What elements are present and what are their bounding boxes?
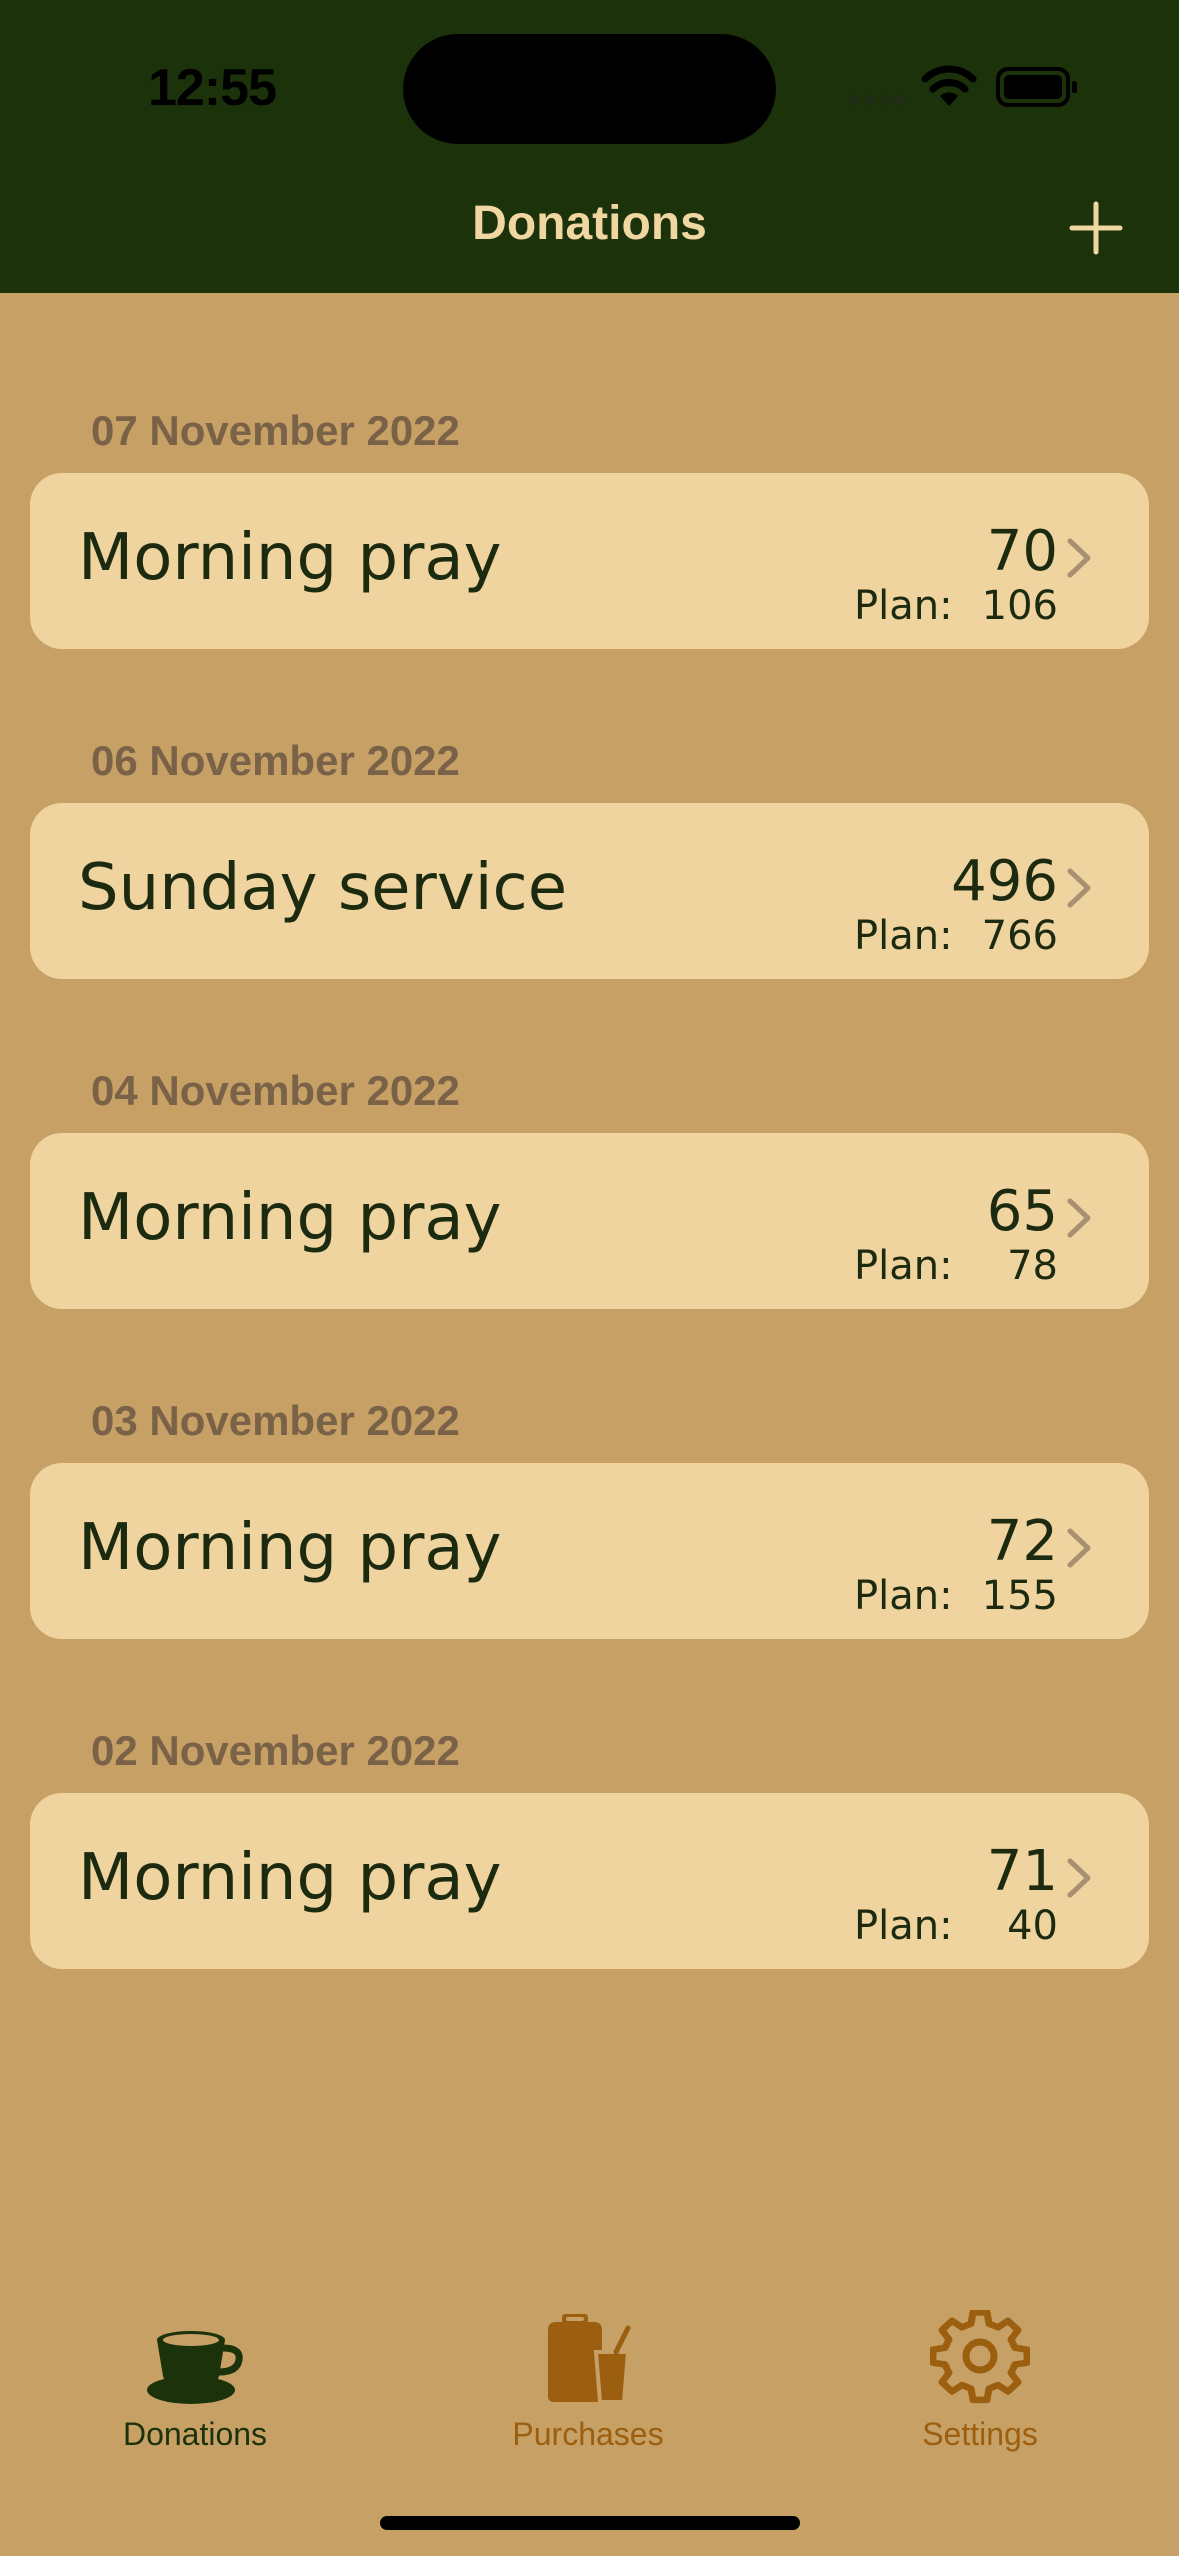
- donation-row[interactable]: Morning pray 72 Plan: 155: [30, 1463, 1149, 1639]
- plan-value: 766: [981, 913, 1058, 959]
- plan-label: Plan:: [854, 583, 953, 629]
- section-date: 07 November 2022: [91, 407, 460, 454]
- donation-row[interactable]: Morning pray 70 Plan: 106: [30, 473, 1149, 649]
- chevron-right-icon: [1067, 538, 1091, 578]
- status-time: 12:55: [148, 59, 277, 117]
- plan-label: Plan:: [854, 1243, 953, 1289]
- donation-title: Morning pray: [78, 1181, 502, 1255]
- tab-label: Donations: [122, 2416, 268, 2452]
- chevron-right-icon: [1067, 868, 1091, 908]
- gear-icon: [930, 2310, 1030, 2404]
- plan-value: 78: [1007, 1243, 1058, 1289]
- donation-amount: 70: [986, 519, 1058, 584]
- chevron-right-icon: [1067, 1858, 1091, 1898]
- plan-label: Plan:: [854, 1903, 953, 1949]
- donation-row[interactable]: Sunday service 496 Plan: 766: [30, 803, 1149, 979]
- plan-label: Plan:: [854, 1573, 953, 1619]
- donation-row[interactable]: Morning pray 71 Plan: 40: [30, 1793, 1149, 1969]
- donation-amount: 496: [951, 849, 1058, 914]
- donation-amount: 65: [986, 1179, 1058, 1244]
- donation-title: Morning pray: [78, 1841, 502, 1915]
- tab-label: Settings: [922, 2416, 1038, 2452]
- plan-value: 155: [981, 1573, 1058, 1619]
- section-date: 02 November 2022: [91, 1727, 460, 1774]
- plan-label: Plan:: [854, 913, 953, 959]
- cellular-signal-icon: [848, 94, 906, 108]
- donation-title: Morning pray: [78, 521, 502, 595]
- chevron-right-icon: [1067, 1528, 1091, 1568]
- coffee-cup-icon: [147, 2331, 243, 2404]
- wifi-icon: [921, 65, 977, 106]
- plan-value: 106: [981, 583, 1058, 629]
- navigation-header: 12:55 Donations: [0, 0, 1179, 293]
- section-date: 04 November 2022: [91, 1067, 460, 1114]
- plan-value: 40: [1007, 1903, 1058, 1949]
- dynamic-island: [403, 34, 776, 144]
- tab-settings[interactable]: Settings: [850, 2310, 1110, 2460]
- section-date: 06 November 2022: [91, 737, 460, 784]
- donation-row[interactable]: Morning pray 65 Plan: 78: [30, 1133, 1149, 1309]
- donation-amount: 71: [986, 1839, 1058, 1904]
- section-date: 03 November 2022: [91, 1397, 460, 1444]
- tab-donations[interactable]: Donations: [65, 2310, 325, 2460]
- donation-title: Sunday service: [78, 851, 568, 925]
- home-indicator: [380, 2516, 800, 2530]
- battery-icon: [996, 67, 1077, 107]
- tab-label: Purchases: [512, 2416, 664, 2452]
- add-donation-button[interactable]: [1068, 200, 1124, 256]
- chevron-right-icon: [1067, 1198, 1091, 1238]
- shopping-bag-icon: [548, 2314, 631, 2404]
- donation-title: Morning pray: [78, 1511, 502, 1585]
- donation-amount: 72: [986, 1509, 1058, 1574]
- tab-purchases[interactable]: Purchases: [458, 2310, 718, 2460]
- page-title: Donations: [472, 197, 707, 250]
